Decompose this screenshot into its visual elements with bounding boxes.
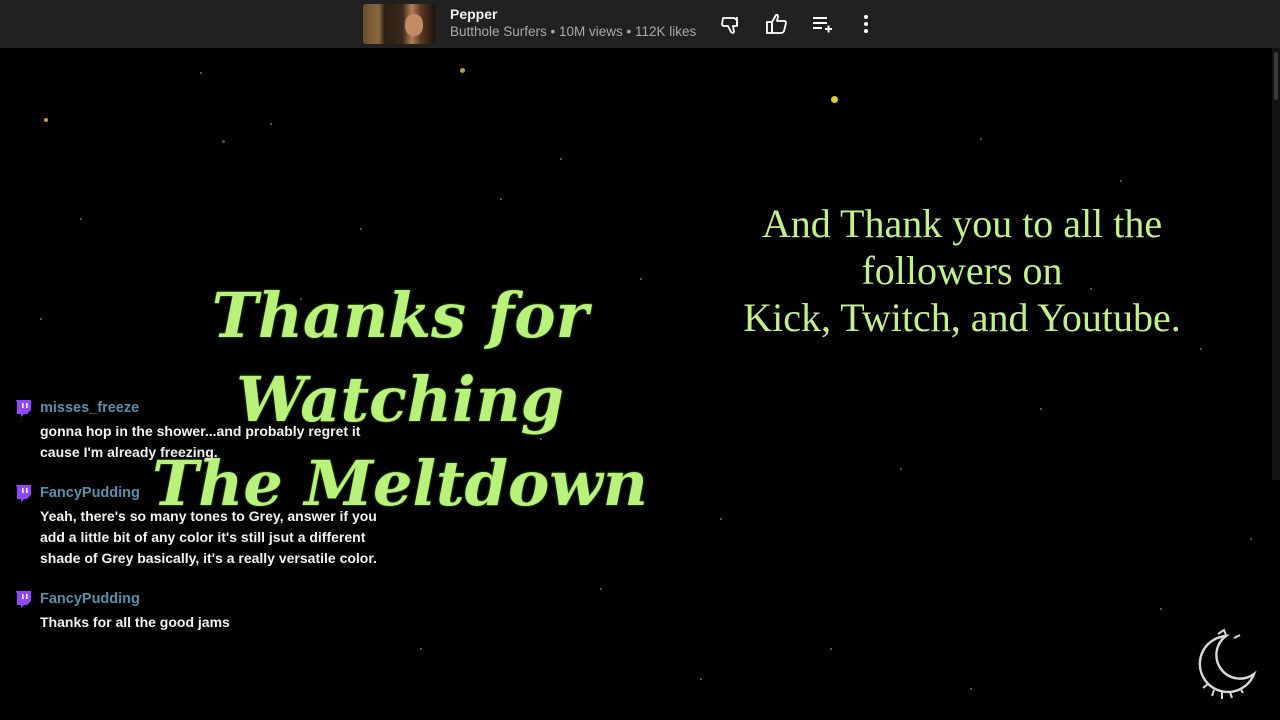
chat-overlay: misses_freeze gonna hop in the shower...… <box>14 398 394 653</box>
moon-logo-icon <box>1198 628 1257 699</box>
more-vert-icon[interactable] <box>854 12 878 36</box>
now-playing-bar: Pepper Butthole Surfers • 10M views • 11… <box>0 0 1280 48</box>
chat-username: FancyPudding <box>40 485 140 501</box>
chat-message: FancyPudding Thanks for all the good jam… <box>14 589 394 633</box>
add-to-queue-icon[interactable] <box>810 12 834 36</box>
scrollbar[interactable] <box>1272 48 1280 480</box>
thanks-line-2: followers on <box>861 248 1063 293</box>
chat-text: Yeah, there's so many tones to Grey, ans… <box>40 508 377 566</box>
chat-text: Thanks for all the good jams <box>40 614 230 630</box>
chat-username: misses_freeze <box>40 400 140 416</box>
twitch-icon <box>16 485 31 502</box>
twitch-icon <box>16 400 31 417</box>
thanks-line-3: Kick, Twitch, and Youtube. <box>743 295 1181 340</box>
twitch-icon <box>16 591 31 608</box>
chat-username: FancyPudding <box>40 591 140 607</box>
thanks-line-1: And Thank you to all the <box>761 201 1163 246</box>
song-meta: Butthole Surfers • 10M views • 112K like… <box>450 24 697 39</box>
followers-thanks-text: And Thank you to all the followers on Ki… <box>736 200 1188 341</box>
video-thumbnail[interactable] <box>363 4 435 44</box>
thumbs-up-icon[interactable] <box>765 12 789 36</box>
thumbs-down-icon[interactable] <box>720 12 744 36</box>
song-title[interactable]: Pepper <box>450 6 497 22</box>
chat-message: misses_freeze gonna hop in the shower...… <box>14 398 394 463</box>
chat-message: FancyPudding Yeah, there's so many tones… <box>14 483 394 569</box>
chat-text: gonna hop in the shower...and probably r… <box>40 423 361 460</box>
